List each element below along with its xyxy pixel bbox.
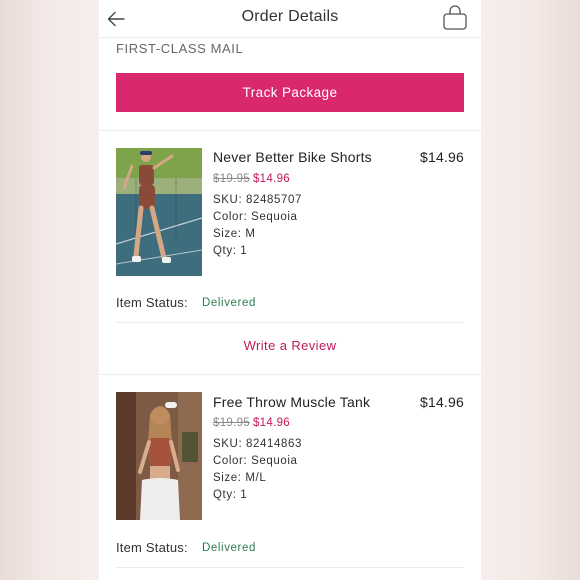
product-name[interactable]: Never Better Bike Shorts <box>213 149 372 165</box>
product-sku: SKU: 82414863 <box>213 438 303 450</box>
track-package-button[interactable]: Track Package <box>116 73 464 112</box>
product-color: Color: Sequoia <box>213 455 298 467</box>
item-divider <box>116 322 464 323</box>
product-sku: SKU: 82485707 <box>213 194 303 206</box>
product-color: Color: Sequoia <box>213 211 298 223</box>
product-size: Size: M <box>213 228 256 240</box>
write-review-link[interactable]: Write a Review <box>99 338 481 353</box>
section-divider <box>99 374 481 375</box>
product-size: Size: M/L <box>213 472 267 484</box>
item-status-label: Item Status: <box>116 295 188 310</box>
order-details-screen: Order Details FIRST-CLASS MAIL Track Pac… <box>99 0 481 580</box>
original-price: $19.95 <box>213 173 250 185</box>
item-status-label: Item Status: <box>116 540 188 555</box>
price-line: $19.95 $14.96 <box>213 173 290 185</box>
product-price: $14.96 <box>419 394 464 410</box>
product-photo <box>116 392 202 520</box>
shopping-bag-icon <box>443 5 467 30</box>
product-image-bike-shorts[interactable] <box>116 148 202 276</box>
status-badge: Delivered <box>202 297 256 309</box>
status-badge: Delivered <box>202 542 256 554</box>
shopping-bag-button[interactable] <box>442 5 468 31</box>
page-title: Order Details <box>241 8 339 25</box>
product-qty: Qty: 1 <box>213 489 248 501</box>
item-divider <box>116 567 464 568</box>
shipping-carrier: FIRST-CLASS MAIL <box>116 41 244 56</box>
product-image-muscle-tank[interactable] <box>116 392 202 520</box>
sale-price: $14.96 <box>252 173 290 185</box>
sale-price: $14.96 <box>252 417 290 429</box>
product-price: $14.96 <box>419 149 464 165</box>
product-qty: Qty: 1 <box>213 245 248 257</box>
section-divider <box>99 130 481 131</box>
header-bar: Order Details <box>99 0 481 38</box>
product-name[interactable]: Free Throw Muscle Tank <box>213 394 370 410</box>
price-line: $19.95 $14.96 <box>213 417 290 429</box>
original-price: $19.95 <box>213 417 250 429</box>
product-photo <box>116 148 202 276</box>
